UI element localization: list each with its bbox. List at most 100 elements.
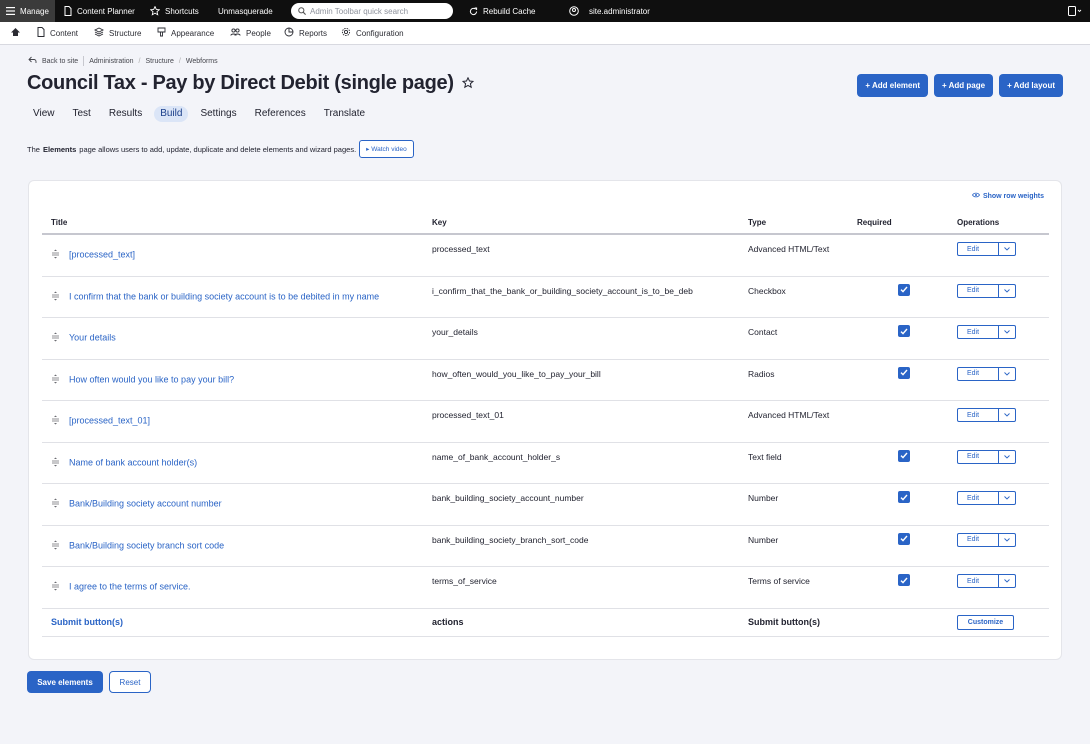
star-icon[interactable] — [461, 72, 474, 95]
show-row-weights-link[interactable]: Show row weights — [971, 192, 1044, 200]
element-title-link[interactable]: I confirm that the bank or building soci… — [69, 291, 379, 301]
dropdown-toggle[interactable] — [998, 533, 1015, 546]
edit-button[interactable]: Edit — [958, 326, 998, 338]
tab-settings[interactable]: Settings — [194, 106, 242, 122]
search-input[interactable] — [310, 6, 445, 16]
edit-button[interactable]: Edit — [958, 368, 998, 380]
toolbar-orientation-toggle[interactable] — [1068, 0, 1082, 22]
required-checkbox[interactable] — [898, 283, 910, 296]
dropdown-toggle[interactable] — [998, 575, 1015, 587]
title-cell: Bank/Building society account number — [42, 483, 432, 526]
reset-button[interactable]: Reset — [109, 671, 151, 693]
drag-handle-icon[interactable] — [51, 374, 61, 386]
required-checkbox[interactable] — [898, 574, 910, 586]
drag-handle-icon[interactable] — [51, 415, 61, 427]
drag-handle-icon[interactable] — [51, 581, 61, 593]
drag-handle-icon[interactable] — [51, 249, 61, 261]
rebuild-cache-label: Rebuild Cache — [483, 6, 536, 16]
dropdown-toggle[interactable] — [998, 492, 1015, 504]
drag-handle-icon[interactable] — [51, 498, 61, 510]
menu-item-reports[interactable]: Reports — [284, 22, 327, 44]
content-planner-link[interactable]: Content Planner — [64, 0, 135, 22]
operations-cell: Edit — [957, 525, 1049, 567]
menu-item-appearance[interactable]: Appearance — [157, 22, 214, 44]
user-menu[interactable]: site.administrator — [569, 0, 650, 22]
element-title-link[interactable]: [processed_text_01] — [69, 416, 150, 426]
element-title-link[interactable]: [processed_text] — [69, 250, 135, 260]
edit-button[interactable]: Edit — [958, 451, 998, 463]
element-type: Number — [748, 493, 779, 503]
operations-cell: Edit — [957, 359, 1049, 401]
column-header-required: Required — [857, 211, 957, 235]
menu-item-people[interactable]: People — [230, 22, 271, 44]
drag-handle-icon[interactable] — [51, 332, 61, 344]
toolbar-search[interactable] — [291, 3, 453, 19]
dropdown-toggle[interactable] — [998, 326, 1015, 338]
required-checkbox[interactable] — [898, 366, 910, 379]
rebuild-cache-link[interactable]: Rebuild Cache — [469, 0, 535, 22]
required-checkbox[interactable] — [898, 532, 910, 545]
back-to-site-link[interactable]: Back to site — [42, 58, 78, 65]
tab-build[interactable]: Build — [154, 106, 189, 122]
watch-video-button[interactable]: ▸ Watch video — [359, 140, 414, 158]
customize-button[interactable]: Customize — [957, 614, 1014, 630]
content-planner-label: Content Planner — [77, 6, 135, 16]
edit-button[interactable]: Edit — [958, 285, 998, 297]
element-title-link[interactable]: How often would you like to pay your bil… — [69, 374, 234, 384]
tab-results[interactable]: Results — [103, 106, 148, 122]
menu-item-structure[interactable]: Structure — [93, 22, 141, 44]
breadcrumb-item-webforms[interactable]: Webforms — [186, 58, 218, 65]
drag-handle-icon[interactable] — [51, 291, 61, 303]
element-key: name_of_bank_account_holder_s — [432, 451, 561, 462]
edit-button[interactable]: Edit — [958, 534, 998, 546]
breadcrumb-item-administration[interactable]: Administration — [89, 58, 133, 65]
shortcuts-link[interactable]: Shortcuts — [150, 0, 199, 22]
edit-button[interactable]: Edit — [958, 492, 998, 504]
gear-icon — [341, 27, 351, 39]
submit-title-link[interactable]: Submit button(s) — [42, 617, 123, 627]
tab-test[interactable]: Test — [67, 106, 97, 122]
unmasquerade-link[interactable]: Unmasquerade — [218, 0, 273, 22]
submit-required-cell — [857, 608, 957, 637]
edit-button[interactable]: Edit — [958, 575, 998, 587]
element-title-link[interactable]: Name of bank account holder(s) — [69, 457, 197, 467]
add-page-button[interactable]: + Add page — [934, 74, 994, 97]
table-row: [processed_text] processed_text Advanced H… — [42, 234, 1049, 277]
required-checkbox[interactable] — [898, 449, 910, 462]
tab-view[interactable]: View — [27, 106, 61, 122]
dropdown-toggle[interactable] — [998, 450, 1015, 463]
eye-icon — [971, 192, 980, 200]
description-bold: Elements — [42, 144, 77, 154]
edit-button[interactable]: Edit — [958, 243, 998, 255]
required-cell — [857, 359, 957, 401]
element-key: processed_text_01 — [432, 410, 504, 420]
menu-item-configuration[interactable]: Configuration — [341, 22, 404, 44]
add-element-button[interactable]: + Add element — [857, 74, 929, 97]
manage-button[interactable]: Manage — [0, 0, 55, 22]
required-checkbox[interactable] — [898, 325, 910, 337]
element-title-link[interactable]: I agree to the terms of service. — [69, 582, 191, 592]
dropdown-toggle[interactable] — [998, 409, 1015, 421]
add-layout-button[interactable]: + Add layout — [999, 74, 1063, 97]
save-elements-button[interactable]: Save elements — [27, 671, 103, 693]
tab-translate[interactable]: Translate — [318, 106, 371, 122]
drupal-icon — [10, 27, 21, 39]
drag-handle-icon[interactable] — [51, 540, 61, 552]
element-title-link[interactable]: Bank/Building society branch sort code — [69, 540, 224, 550]
menu-item-content[interactable]: Content — [37, 22, 78, 44]
dropdown-toggle[interactable] — [998, 243, 1015, 255]
column-header-operations: Operations — [957, 211, 1049, 235]
drag-handle-icon[interactable] — [51, 457, 61, 469]
home-link[interactable] — [10, 22, 21, 44]
dropdown-toggle[interactable] — [998, 367, 1015, 380]
edit-split-button: Edit — [957, 574, 1016, 588]
edit-button[interactable]: Edit — [958, 409, 998, 421]
title-cell: [processed_text_01] — [42, 400, 432, 443]
refresh-icon — [469, 7, 478, 16]
breadcrumb-item-structure[interactable]: Structure — [146, 58, 174, 65]
tab-references[interactable]: References — [249, 106, 312, 122]
element-title-link[interactable]: Bank/Building society account number — [69, 499, 222, 509]
dropdown-toggle[interactable] — [998, 284, 1015, 297]
element-title-link[interactable]: Your details — [69, 333, 116, 343]
required-checkbox[interactable] — [898, 491, 910, 503]
